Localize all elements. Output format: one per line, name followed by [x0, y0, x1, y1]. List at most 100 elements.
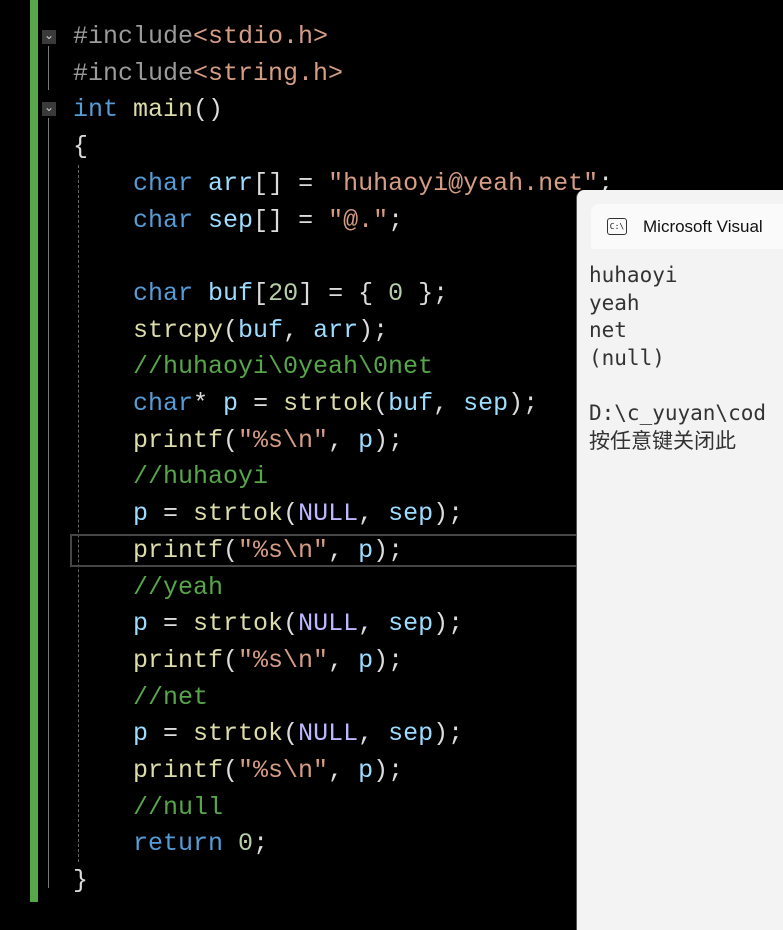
code-token: );	[433, 719, 464, 749]
code-line[interactable]: p = strtok(NULL, sep);	[73, 716, 463, 752]
code-token: "%s\n"	[238, 425, 329, 455]
code-token: #include	[73, 22, 194, 51]
code-line[interactable]: int main()	[73, 92, 223, 128]
code-token: p	[133, 609, 149, 639]
code-token: ,	[283, 315, 314, 345]
console-tab[interactable]: C:\ Microsoft Visual	[591, 204, 783, 249]
code-token: p	[358, 645, 374, 675]
code-line[interactable]: p = strtok(NULL, sep);	[73, 606, 463, 642]
code-token: =	[238, 389, 284, 418]
code-line[interactable]: printf("%s\n", p);	[73, 533, 403, 569]
code-token: );	[433, 609, 464, 639]
code-token: int	[73, 95, 119, 125]
code-token: [] =	[253, 168, 329, 198]
code-line[interactable]: //net	[73, 680, 208, 716]
code-token: =	[148, 609, 194, 639]
code-token: ] = {	[298, 278, 389, 308]
code-token: NULL	[298, 499, 359, 529]
code-line[interactable]: char sep[] = "@.";	[73, 203, 403, 239]
code-token: );	[433, 499, 464, 529]
code-token: printf	[133, 535, 224, 565]
fold-chevron-icon[interactable]: ⌄	[42, 30, 56, 44]
code-token: //huhaoyi\0yeah\0net	[133, 352, 434, 382]
code-token: );	[373, 535, 404, 565]
code-token: printf	[133, 756, 224, 785]
code-token: NULL	[298, 719, 359, 749]
code-token: (	[223, 315, 239, 345]
fold-line	[48, 46, 49, 90]
code-token: p	[358, 425, 374, 455]
console-icon: C:\	[607, 218, 627, 235]
code-line[interactable]: //huhaoyi	[73, 459, 268, 495]
code-token: char	[133, 278, 194, 308]
code-line[interactable]: #include<stdio.h>	[73, 19, 328, 55]
code-line[interactable]: //yeah	[73, 570, 223, 606]
code-line[interactable]: //null	[73, 790, 223, 826]
code-line[interactable]: #include<string.h>	[73, 56, 343, 92]
code-token: <stdio.h>	[193, 22, 329, 51]
fold-line	[48, 118, 49, 888]
code-token: printf	[133, 425, 224, 455]
code-line[interactable]: //huhaoyi\0yeah\0net	[73, 349, 433, 385]
code-line[interactable]: {	[73, 129, 88, 165]
code-token: [] =	[253, 205, 329, 235]
code-token: //net	[133, 682, 209, 712]
code-token: arr	[208, 168, 254, 198]
code-token: char	[133, 389, 194, 418]
code-line[interactable]: p = strtok(NULL, sep);	[73, 496, 463, 532]
code-token: arr	[313, 315, 359, 345]
code-token: strcpy	[133, 315, 224, 345]
code-token: );	[508, 389, 539, 418]
code-token: p	[223, 389, 239, 418]
code-token: buf	[388, 389, 434, 418]
code-token: ,	[358, 609, 389, 639]
code-token: p	[133, 499, 149, 529]
code-token: sep	[388, 499, 434, 529]
console-window[interactable]: C:\ Microsoft Visual huhaoyi yeah net (n…	[576, 190, 783, 930]
code-token: char	[133, 168, 194, 198]
code-line[interactable]: char buf[20] = { 0 };	[73, 276, 448, 312]
code-token: (	[283, 499, 299, 529]
fold-chevron-icon[interactable]: ⌄	[42, 102, 56, 116]
code-token: p	[133, 719, 149, 749]
code-line[interactable]: return 0;	[73, 826, 268, 862]
code-token: ;	[253, 829, 269, 859]
code-line[interactable]: }	[73, 863, 88, 899]
code-line[interactable]: printf("%s\n", p);	[73, 643, 403, 679]
code-token: ,	[358, 719, 389, 749]
code-token: ()	[193, 95, 224, 125]
code-token: );	[358, 315, 389, 345]
code-token: sep	[463, 389, 509, 418]
code-token: {	[73, 132, 89, 162]
code-token: };	[403, 278, 449, 308]
code-line[interactable]: strcpy(buf, arr);	[73, 313, 388, 349]
code-line[interactable]: char arr[] = "huhaoyi@yeah.net";	[73, 166, 613, 202]
code-token: main	[133, 95, 194, 125]
console-output: huhaoyi yeah net (null) D:\c_yuyan\cod 按…	[589, 263, 767, 453]
code-token: sep	[208, 205, 254, 235]
code-token: //huhaoyi	[133, 462, 269, 492]
code-line[interactable]: printf("%s\n", p);	[73, 753, 403, 789]
code-line[interactable]: char* p = strtok(buf, sep);	[73, 386, 538, 422]
code-token: buf	[238, 315, 284, 345]
code-line[interactable]: printf("%s\n", p);	[73, 423, 403, 459]
code-token: 0	[388, 278, 404, 308]
code-token: [	[253, 278, 269, 308]
code-token: "%s\n"	[238, 756, 329, 785]
code-token: (	[223, 645, 239, 675]
code-token: "%s\n"	[238, 535, 329, 565]
